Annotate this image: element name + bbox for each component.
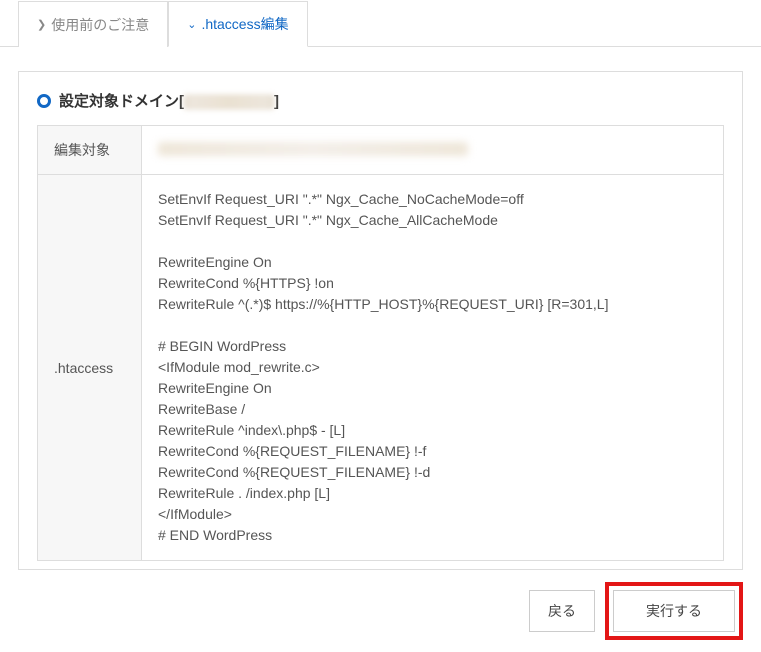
table-row: .htaccess SetEnvIf Request_URI ".*" Ngx_… — [38, 175, 724, 561]
header-prefix: 設定対象ドメイン[ — [59, 93, 184, 110]
tab-notice[interactable]: ❯ 使用前のご注意 — [18, 1, 168, 47]
tab-label: .htaccess編集 — [201, 14, 288, 34]
highlight-box: 実行する — [605, 582, 743, 640]
tab-htaccess-edit[interactable]: ⌄ .htaccess編集 — [168, 1, 307, 47]
row-label-target: 編集対象 — [38, 126, 142, 175]
tab-label: 使用前のご注意 — [51, 15, 149, 35]
footer-buttons: 戻る 実行する — [0, 570, 761, 652]
panel-header: 設定対象ドメイン[] — [37, 90, 724, 125]
header-suffix: ] — [274, 93, 279, 110]
chevron-down-icon: ⌄ — [187, 18, 196, 31]
radio-selected-icon — [37, 94, 51, 108]
row-value-htaccess: SetEnvIf Request_URI ".*" Ngx_Cache_NoCa… — [142, 175, 724, 561]
chevron-right-icon: ❯ — [37, 18, 46, 31]
back-button[interactable]: 戻る — [529, 590, 595, 632]
execute-button[interactable]: 実行する — [613, 590, 735, 632]
row-value-target — [142, 126, 724, 175]
redacted-domain — [184, 95, 274, 109]
settings-table: 編集対象 .htaccess SetEnvIf Request_URI ".*"… — [37, 125, 724, 561]
table-row: 編集対象 — [38, 126, 724, 175]
row-label-htaccess: .htaccess — [38, 175, 142, 561]
editor-panel: 設定対象ドメイン[] 編集対象 .htaccess SetEnvIf Reque… — [18, 71, 743, 570]
htaccess-content[interactable]: SetEnvIf Request_URI ".*" Ngx_Cache_NoCa… — [158, 189, 707, 546]
redacted-path — [158, 142, 468, 156]
tab-bar: ❯ 使用前のご注意 ⌄ .htaccess編集 — [0, 0, 761, 47]
